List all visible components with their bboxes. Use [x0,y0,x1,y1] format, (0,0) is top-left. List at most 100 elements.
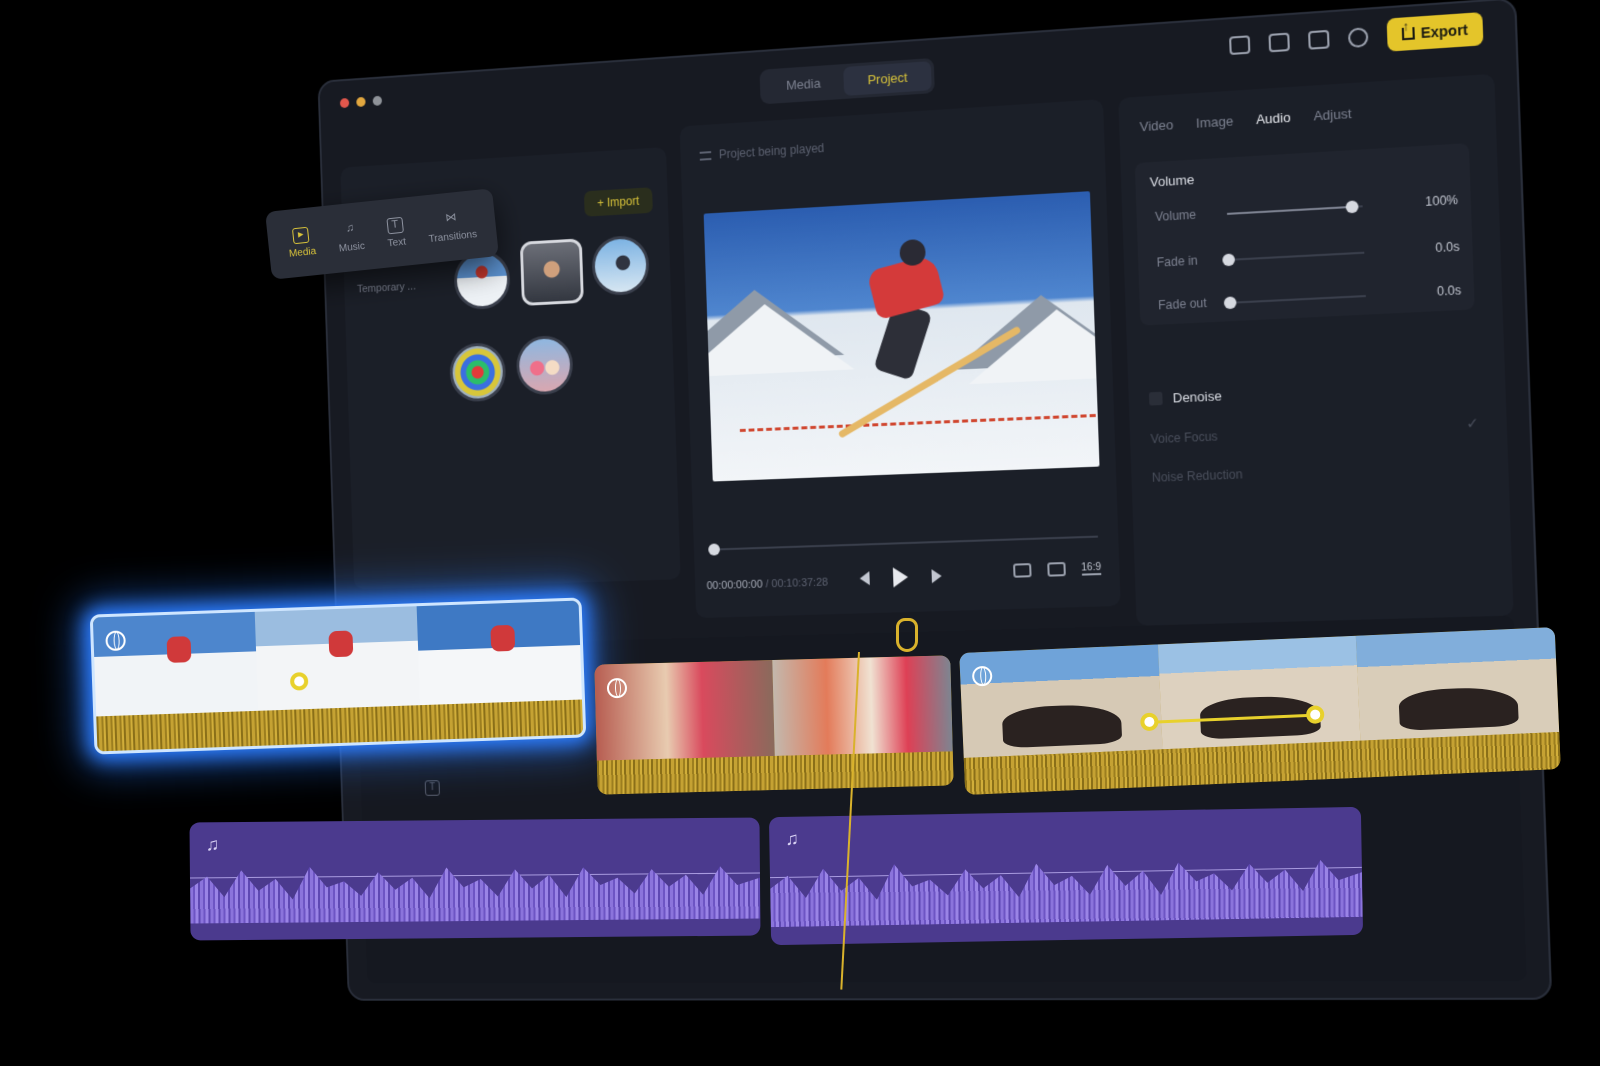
edit-note-icon[interactable] [1307,29,1330,50]
music-note-icon: ♫ [345,221,355,235]
crop-icon[interactable] [1012,563,1032,578]
fence [739,413,1097,441]
tab-audio[interactable]: Audio [1256,110,1291,128]
slider-value: 0.0s [1435,239,1460,256]
clip-frame [416,600,582,706]
maximize-dot[interactable] [372,95,383,106]
transport-controls [859,566,942,589]
playing-status: Project being played [699,141,825,163]
upload-icon [1401,27,1415,41]
media-icon: ▸ [291,226,310,244]
media-thumb-pattern[interactable] [448,341,507,403]
slider-fill [1227,205,1352,215]
minimize-dot[interactable] [356,96,366,108]
voice-focus-option[interactable]: Voice Focus [1150,429,1218,446]
video-clip-ski[interactable] [89,597,587,755]
close-dot[interactable] [339,97,350,109]
play-icon[interactable] [892,567,909,588]
preview-video[interactable] [703,191,1100,482]
tool-transitions[interactable]: ⋈ Transitions [426,209,478,245]
audio-waveform [190,860,760,924]
volume-slider-row: Volume 100% [1155,191,1459,229]
captions-icon[interactable] [1228,35,1251,56]
media-thumb-wakeboard[interactable] [591,234,650,297]
audio-midline [189,872,760,879]
clip-frames [594,655,953,761]
tab-video[interactable]: Video [1139,117,1173,134]
fade-in-slider[interactable] [1222,251,1365,267]
check-icon: ✓ [1465,414,1480,432]
aspect-ratio-button[interactable]: 16:9 [1081,561,1102,576]
media-thumb-friends[interactable] [515,334,574,396]
tool-label: Transitions [428,228,478,245]
transitions-icon: ⋈ [444,210,457,224]
skip-back-icon[interactable] [859,571,870,586]
skip-forward-icon[interactable] [931,568,942,584]
category-temporary[interactable]: Temporary ... [353,270,436,305]
slider-knob[interactable] [1223,296,1237,310]
fade-out-slider-row: Fade out 0.0s [1158,281,1462,317]
denoise-option[interactable]: Denoise [1148,388,1223,406]
slider-label: Fade in [1156,253,1198,270]
timer-icon[interactable] [1347,26,1369,48]
fade-in-slider-row: Fade in 0.0s [1156,237,1460,274]
music-note-icon: ♫ [785,828,799,849]
volume-slider[interactable] [1227,200,1363,215]
slider-label: Fade out [1157,295,1208,313]
tool-label: Media [288,245,317,260]
playback-scrubber[interactable] [708,535,1098,556]
playing-status-label: Project being played [718,141,825,162]
book-icon[interactable] [1268,32,1290,53]
clip-frame [959,644,1163,759]
noise-reduction-option[interactable]: Noise Reduction [1152,467,1243,485]
audio-midline [769,866,1362,879]
playhead-handle[interactable] [896,618,918,652]
text-track-icon[interactable]: T [424,780,440,796]
properties-panel: Video Image Audio Adjust Volume Volume 1… [1118,73,1514,626]
audio-clip[interactable]: ♫ [189,817,761,941]
clip-frame [1157,635,1361,750]
tool-music[interactable]: ♫ Music [336,220,365,254]
properties-tabs: Video Image Audio Adjust [1118,74,1495,136]
denoise-checkbox[interactable] [1148,391,1163,406]
clip-frame [254,606,421,711]
volume-section: Volume Volume 100% Fade in 0.0s Fade out [1134,143,1475,326]
audio-clip[interactable]: ♫ [768,806,1364,946]
timecode: 00:00:00:00 / 00:10:37:28 [707,577,829,593]
view-tools: 16:9 [1012,561,1102,578]
tab-image[interactable]: Image [1196,113,1234,131]
fade-out-slider[interactable] [1223,295,1366,310]
tool-text[interactable]: T Text [385,216,407,249]
clip-frame [594,660,775,761]
media-thumb-girl[interactable] [519,238,584,306]
denoise-label: Denoise [1172,388,1223,406]
slider-value: 0.0s [1436,282,1462,299]
top-tabs: Media Project [759,57,935,105]
music-note-icon: ♫ [205,834,220,855]
tab-project[interactable]: Project [843,61,932,96]
export-label: Export [1420,21,1469,42]
top-toolbar: Export [1228,12,1484,62]
tool-media[interactable]: ▸ Media [286,226,317,260]
video-clip-friends[interactable] [594,655,954,795]
fullscreen-icon[interactable] [1046,561,1066,577]
slider-value: 100% [1425,192,1459,209]
preview-panel: Project being played 00:00:00:00 / 00:10… [679,99,1121,619]
clip-frame [772,655,953,757]
tab-adjust[interactable]: Adjust [1313,106,1351,124]
current-time: 00:00:00:00 [706,578,763,593]
scrubber-knob[interactable] [708,543,721,556]
window-controls [339,95,383,109]
export-button[interactable]: Export [1386,12,1484,52]
tool-label: Music [338,240,366,255]
clip-frames [92,600,582,717]
clip-frame [92,611,259,717]
tab-media[interactable]: Media [762,67,844,101]
slider-knob[interactable] [1222,253,1236,267]
slider-knob[interactable] [1345,200,1359,214]
tool-label: Text [387,236,407,249]
text-icon: T [386,216,404,234]
import-button[interactable]: + Import [583,187,653,217]
volume-title: Volume [1149,171,1195,190]
video-clip-horse[interactable] [959,627,1561,795]
